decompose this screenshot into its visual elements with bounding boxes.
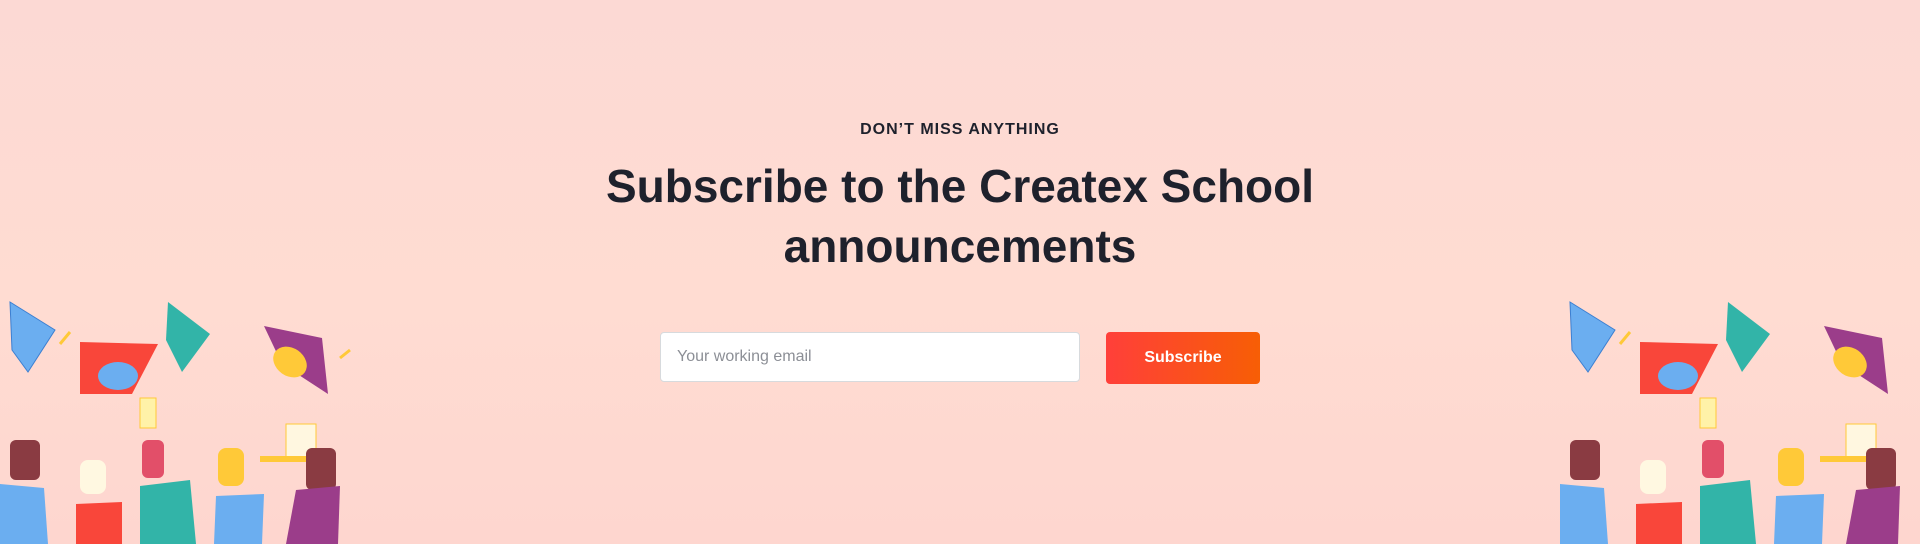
subscribe-form: Subscribe: [660, 332, 1260, 384]
graduation-celebration-illustration-right: [1560, 301, 1900, 544]
section-title: Subscribe to the Createx School announce…: [560, 156, 1360, 276]
section-eyebrow: DON’T MISS ANYTHING: [860, 121, 1060, 138]
section-title-line-2: announcements: [783, 220, 1137, 272]
section-title-line-1: Subscribe to the Createx School: [605, 160, 1315, 212]
email-input[interactable]: [660, 332, 1080, 382]
subscribe-button[interactable]: Subscribe: [1106, 332, 1260, 384]
graduation-celebration-illustration-left: [0, 301, 351, 544]
